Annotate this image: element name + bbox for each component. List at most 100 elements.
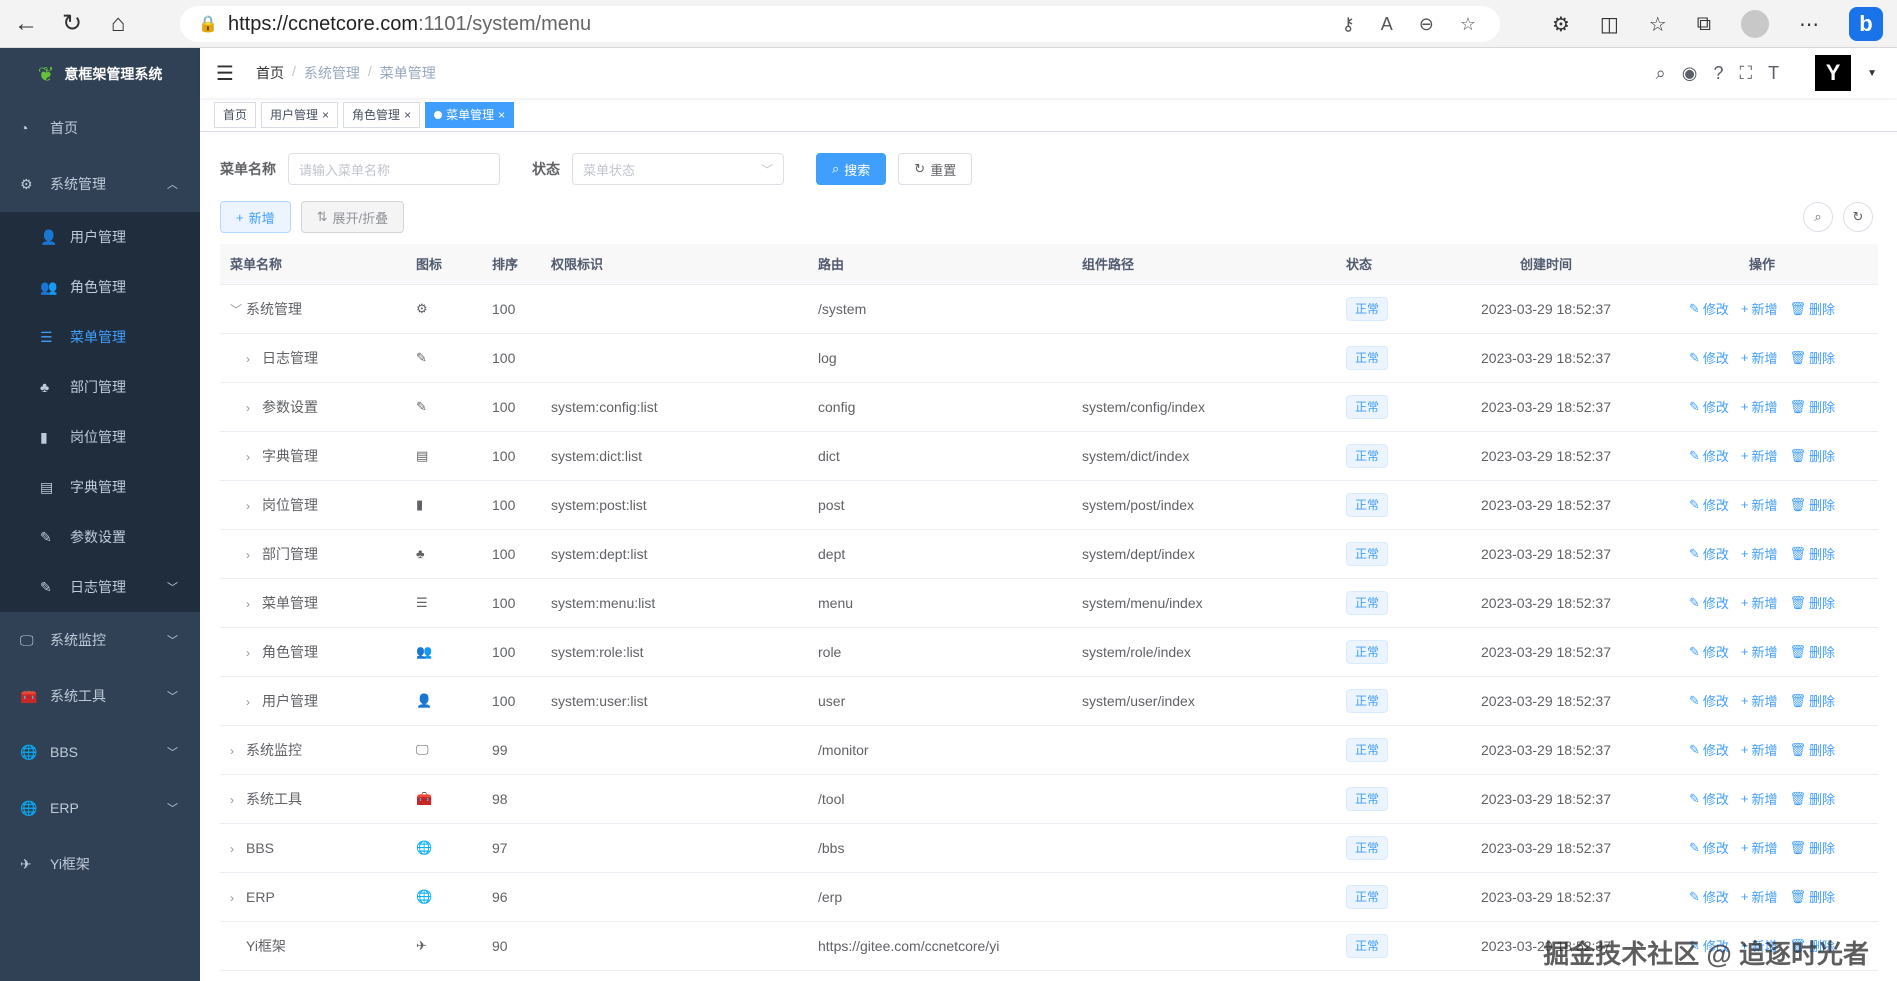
sidebar-item-user[interactable]: 👤 用户管理 xyxy=(0,212,200,262)
edit-button[interactable]: ✎ 修改 xyxy=(1689,936,1729,955)
delete-button[interactable]: 🗑 删除 xyxy=(1790,348,1836,367)
add-child-button[interactable]: + 新增 xyxy=(1741,593,1778,612)
delete-button[interactable]: 🗑 删除 xyxy=(1790,740,1836,759)
edit-button[interactable]: ✎ 修改 xyxy=(1689,446,1729,465)
hamburger-icon[interactable]: ☰ xyxy=(216,61,246,86)
sidebar-item-config[interactable]: ✎ 参数设置 xyxy=(0,512,200,562)
read-aloud-icon[interactable]: A xyxy=(1381,14,1393,35)
sidebar-item-tool[interactable]: 🧰 系统工具 ﹀ xyxy=(0,668,200,724)
expand-arrow-icon[interactable]: ﹀ xyxy=(230,301,246,318)
close-icon[interactable]: × xyxy=(498,108,505,122)
extensions-icon[interactable]: ⚙ xyxy=(1552,12,1570,37)
delete-button[interactable]: 🗑 删除 xyxy=(1790,397,1836,416)
tag-role[interactable]: 角色管理 × xyxy=(343,101,421,128)
delete-button[interactable]: 🗑 删除 xyxy=(1790,789,1836,808)
sidebar-item-home[interactable]: ◔ 首页 xyxy=(0,100,200,156)
sidebar-item-menu[interactable]: ☰ 菜单管理 xyxy=(0,312,200,362)
sidebar-item-system[interactable]: ⚙ 系统管理 ︿ xyxy=(0,156,200,212)
add-button[interactable]: + 新增 xyxy=(220,201,291,233)
question-icon[interactable]: ? xyxy=(1713,63,1723,84)
expand-arrow-icon[interactable]: › xyxy=(230,744,246,758)
tag-user[interactable]: 用户管理 × xyxy=(261,101,339,128)
expand-arrow-icon[interactable]: › xyxy=(246,401,262,415)
add-child-button[interactable]: + 新增 xyxy=(1741,397,1778,416)
status-select[interactable]: 菜单状态 ﹀ xyxy=(572,153,784,185)
add-child-button[interactable]: + 新增 xyxy=(1741,348,1778,367)
delete-button[interactable]: 🗑 删除 xyxy=(1790,593,1836,612)
edit-button[interactable]: ✎ 修改 xyxy=(1689,887,1729,906)
expand-arrow-icon[interactable]: › xyxy=(230,793,246,807)
favorites-icon[interactable]: ☆ xyxy=(1649,12,1667,37)
add-child-button[interactable]: + 新增 xyxy=(1741,299,1778,318)
delete-button[interactable]: 🗑 删除 xyxy=(1790,838,1836,857)
search-button[interactable]: ⌕ 搜索 xyxy=(816,153,887,185)
breadcrumb-home[interactable]: 首页 xyxy=(256,63,284,83)
sidebar-item-monitor[interactable]: 🖵 系统监控 ﹀ xyxy=(0,612,200,668)
zoom-out-icon[interactable]: ⊖ xyxy=(1419,14,1434,35)
menu-name-input[interactable]: 请输入菜单名称 xyxy=(288,153,500,185)
sidebar-logo[interactable]: ❦ 意框架管理系统 xyxy=(0,48,200,100)
delete-button[interactable]: 🗑 删除 xyxy=(1790,691,1836,710)
expand-arrow-icon[interactable]: › xyxy=(246,695,262,709)
refresh-icon[interactable]: ↻ xyxy=(52,4,92,44)
user-avatar[interactable]: Y xyxy=(1815,55,1852,91)
sidebar-item-dict[interactable]: ▤ 字典管理 xyxy=(0,462,200,512)
add-child-button[interactable]: + 新增 xyxy=(1741,691,1778,710)
edit-button[interactable]: ✎ 修改 xyxy=(1689,397,1729,416)
sidebar-item-bbs[interactable]: 🌐 BBS ﹀ xyxy=(0,724,200,780)
add-child-button[interactable]: + 新增 xyxy=(1741,642,1778,661)
add-child-button[interactable]: + 新增 xyxy=(1741,495,1778,514)
split-screen-icon[interactable]: ◫ xyxy=(1600,12,1619,37)
edit-button[interactable]: ✎ 修改 xyxy=(1689,593,1729,612)
github-icon[interactable]: ◉ xyxy=(1682,63,1698,84)
expand-arrow-icon[interactable]: › xyxy=(246,499,262,513)
add-child-button[interactable]: + 新增 xyxy=(1741,740,1778,759)
reset-button[interactable]: ↻ 重置 xyxy=(898,153,973,185)
add-child-button[interactable]: + 新增 xyxy=(1741,887,1778,906)
expand-arrow-icon[interactable]: › xyxy=(246,548,262,562)
delete-button[interactable]: 🗑 删除 xyxy=(1790,887,1836,906)
expand-arrow-icon[interactable]: › xyxy=(230,842,246,856)
edit-button[interactable]: ✎ 修改 xyxy=(1689,299,1729,318)
sidebar-item-dept[interactable]: ♣ 部门管理 xyxy=(0,362,200,412)
bing-icon[interactable]: b xyxy=(1849,7,1883,41)
add-child-button[interactable]: + 新增 xyxy=(1741,838,1778,857)
profile-avatar[interactable] xyxy=(1741,10,1769,38)
key-icon[interactable]: ⚷ xyxy=(1342,14,1355,35)
edit-button[interactable]: ✎ 修改 xyxy=(1689,495,1729,514)
expand-arrow-icon[interactable]: › xyxy=(246,597,262,611)
home-icon[interactable]: ⌂ xyxy=(98,4,138,44)
add-child-button[interactable]: + 新增 xyxy=(1741,544,1778,563)
delete-button[interactable]: 🗑 删除 xyxy=(1790,446,1836,465)
add-child-button[interactable]: + 新增 xyxy=(1741,789,1778,808)
tag-home[interactable]: 首页 xyxy=(214,101,257,128)
toggle-search-button[interactable]: ⌕ xyxy=(1803,202,1833,232)
sidebar-item-log[interactable]: ✎ 日志管理 ﹀ xyxy=(0,562,200,612)
delete-button[interactable]: 🗑 删除 xyxy=(1790,495,1836,514)
delete-button[interactable]: 🗑 删除 xyxy=(1790,936,1836,955)
more-icon[interactable]: ⋯ xyxy=(1799,12,1819,37)
search-icon[interactable]: ⌕ xyxy=(1656,63,1666,84)
delete-button[interactable]: 🗑 删除 xyxy=(1790,544,1836,563)
sidebar-item-yi[interactable]: ✈ Yi框架 xyxy=(0,836,200,892)
caret-down-icon[interactable]: ▼ xyxy=(1867,68,1877,79)
add-child-button[interactable]: + 新增 xyxy=(1741,936,1778,955)
edit-button[interactable]: ✎ 修改 xyxy=(1689,789,1729,808)
collections-icon[interactable]: ⧉ xyxy=(1697,13,1711,36)
sidebar-item-role[interactable]: 👥 角色管理 xyxy=(0,262,200,312)
edit-button[interactable]: ✎ 修改 xyxy=(1689,691,1729,710)
edit-button[interactable]: ✎ 修改 xyxy=(1689,642,1729,661)
expand-arrow-icon[interactable]: › xyxy=(230,891,246,905)
expand-arrow-icon[interactable]: › xyxy=(246,450,262,464)
address-bar[interactable]: 🔒 https://ccnetcore.com :1101/system/men… xyxy=(180,6,1500,42)
sidebar-item-post[interactable]: ▮ 岗位管理 xyxy=(0,412,200,462)
close-icon[interactable]: × xyxy=(404,108,411,122)
edit-button[interactable]: ✎ 修改 xyxy=(1689,544,1729,563)
expand-collapse-button[interactable]: ⇅ 展开/折叠 xyxy=(300,201,405,233)
close-icon[interactable]: × xyxy=(322,108,329,122)
favorite-add-icon[interactable]: ☆ xyxy=(1460,14,1476,35)
edit-button[interactable]: ✎ 修改 xyxy=(1689,348,1729,367)
refresh-table-button[interactable]: ↻ xyxy=(1843,202,1873,232)
edit-button[interactable]: ✎ 修改 xyxy=(1689,838,1729,857)
expand-arrow-icon[interactable]: › xyxy=(246,352,262,366)
